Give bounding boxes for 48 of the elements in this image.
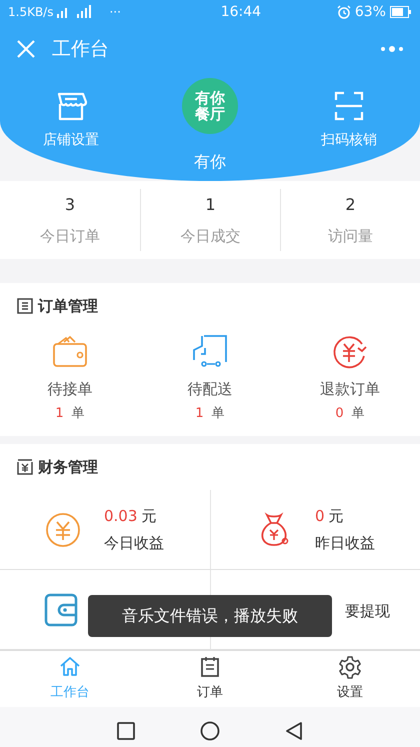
stat-value: 2 — [345, 194, 356, 216]
stat-value: 3 — [64, 194, 76, 216]
store-icon — [55, 90, 87, 122]
order-status-item[interactable]: 待配送 1 单 — [140, 330, 280, 428]
wallet-icon — [52, 334, 88, 370]
close-icon — [16, 39, 36, 59]
window-title: 工作台 — [52, 36, 109, 62]
section-title: 订单管理 — [38, 296, 98, 317]
settings-icon — [338, 655, 362, 680]
battery-percent: 63% — [354, 2, 386, 22]
home-icon — [200, 721, 220, 741]
stat-label: 今日订单 — [40, 226, 100, 247]
stat-value: 1 — [205, 194, 216, 216]
battery-icon — [390, 6, 412, 18]
more-icon — [380, 45, 404, 53]
close-button[interactable] — [16, 39, 36, 59]
shop-logo: 有你餐厅 — [182, 78, 238, 134]
home-button[interactable] — [200, 721, 220, 741]
finance-label: 今日收益 — [104, 532, 164, 554]
clock: 16:44 — [220, 2, 262, 22]
truck-icon — [192, 334, 228, 370]
more-button[interactable] — [380, 45, 404, 53]
orders-icon — [198, 655, 222, 680]
amount-text: 0.03 元 — [104, 506, 158, 527]
back-icon — [284, 721, 304, 741]
stat-label: 访问量 — [328, 226, 373, 247]
toast-message: 音乐文件错误，播放失败 — [88, 594, 332, 636]
clipboard-icon — [16, 297, 34, 316]
order-status-item[interactable]: 待接单 1 单 — [0, 330, 140, 428]
more-notifications: ··· — [109, 4, 121, 21]
section-title: 财务管理 — [38, 456, 98, 478]
tab-bar-item[interactable]: 订单 — [140, 651, 280, 707]
tab-bar-item[interactable]: 设置 — [280, 651, 420, 707]
refund-icon — [332, 334, 368, 370]
money-tray-icon — [16, 458, 34, 476]
back-button[interactable] — [284, 721, 304, 741]
scan-icon — [333, 90, 365, 122]
finance-label: 昨日收益 — [315, 532, 375, 554]
alarm-icon — [336, 5, 351, 19]
shop-name: 有你 — [194, 151, 226, 173]
coin-icon — [44, 510, 80, 548]
recents-button[interactable] — [116, 721, 136, 741]
amount-text: 0 元 — [315, 506, 345, 527]
network-speed: 1.5KB/s — [8, 4, 54, 21]
order-status-item[interactable]: 退款订单 0 单 — [280, 330, 420, 428]
stat-label: 今日成交 — [180, 226, 240, 247]
finance-label: 要提现 — [345, 601, 390, 622]
recents-icon — [116, 721, 136, 741]
